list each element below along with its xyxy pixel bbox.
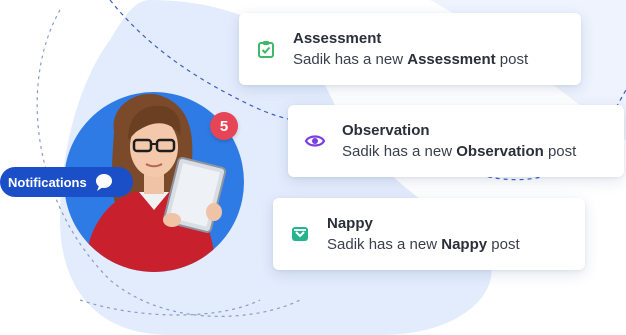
card-title: Assessment bbox=[293, 30, 382, 47]
notifications-label: Notifications bbox=[8, 174, 87, 190]
card-title: Nappy bbox=[327, 215, 373, 232]
card-message: Sadik has a new Assessment post bbox=[293, 51, 529, 68]
clipboard-check-icon bbox=[249, 32, 283, 66]
card-message: Sadik has a new Nappy post bbox=[327, 236, 520, 253]
card-message: Sadik has a new Observation post bbox=[342, 143, 577, 160]
nappy-icon bbox=[283, 217, 317, 251]
notification-count-badge: 5 bbox=[210, 112, 238, 140]
notifications-button[interactable]: Notifications bbox=[0, 167, 133, 197]
notification-card-nappy[interactable]: Nappy Sadik has a new Nappy post bbox=[273, 198, 585, 270]
notification-card-assessment[interactable]: Assessment Sadik has a new Assessment po… bbox=[239, 13, 581, 85]
chat-bubble-icon bbox=[93, 171, 115, 193]
card-title: Observation bbox=[342, 122, 430, 139]
notification-illustration: 5 Notifications Assessment Sadik has a n… bbox=[0, 0, 626, 335]
eye-icon bbox=[298, 124, 332, 158]
notification-card-observation[interactable]: Observation Sadik has a new Observation … bbox=[288, 105, 624, 177]
